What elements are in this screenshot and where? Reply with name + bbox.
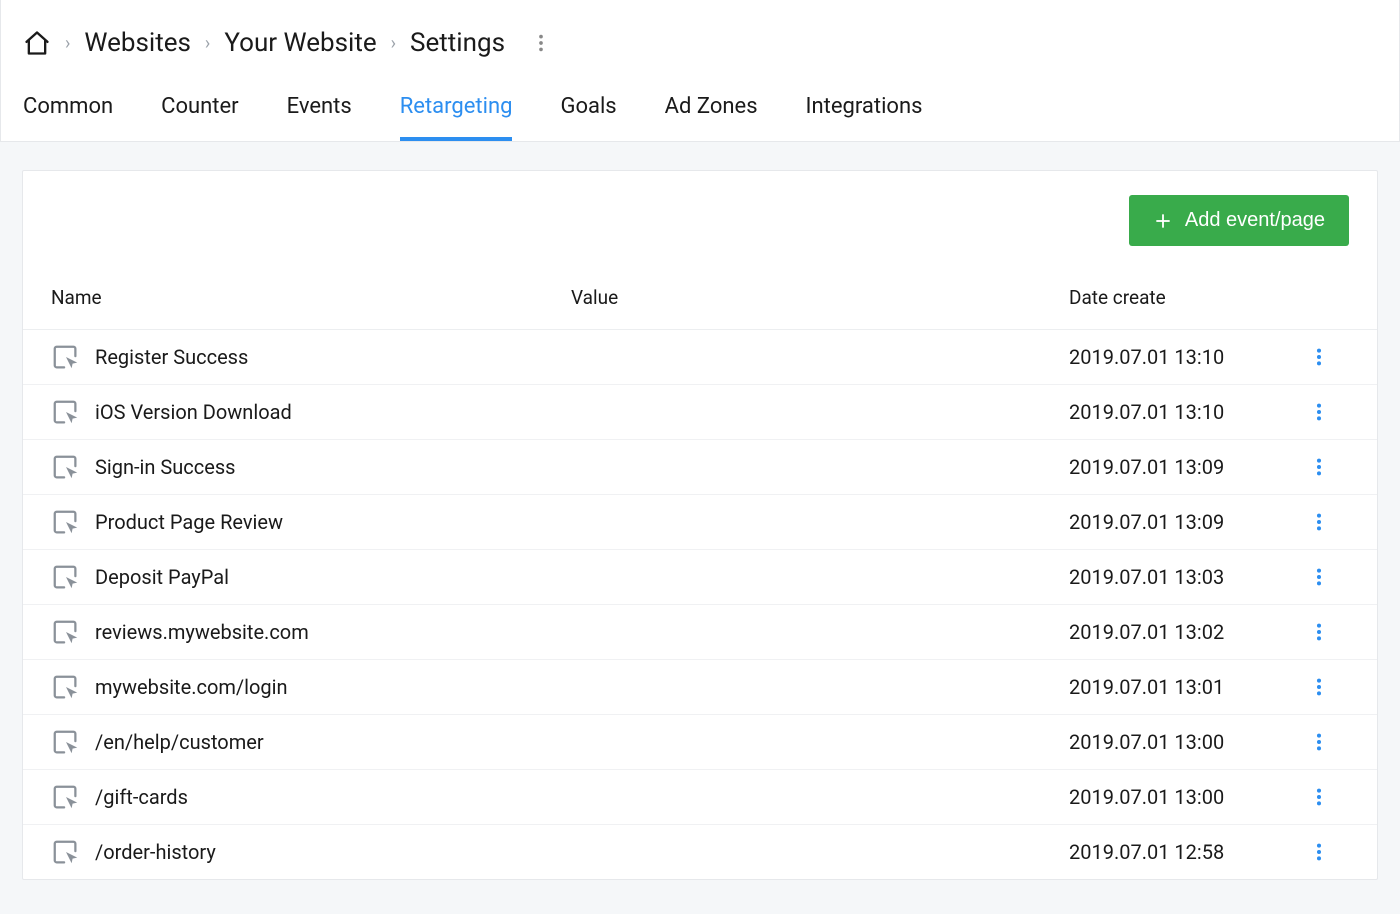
row-name[interactable]: Register Success xyxy=(95,345,248,369)
row-menu-icon[interactable] xyxy=(1289,456,1349,478)
row-name[interactable]: /gift-cards xyxy=(95,785,188,809)
event-page-icon xyxy=(51,617,81,647)
table-row: /en/help/customer 2019.07.01 13:00 xyxy=(23,715,1377,770)
row-date: 2019.07.01 13:01 xyxy=(1069,675,1289,699)
breadcrumb: › Websites › Your Website › Settings xyxy=(1,0,1399,76)
add-event-page-button[interactable]: Add event/page xyxy=(1129,195,1349,246)
event-page-icon xyxy=(51,342,81,372)
panel-toolbar: Add event/page xyxy=(23,171,1377,258)
row-name[interactable]: Deposit PayPal xyxy=(95,565,229,589)
chevron-right-icon: › xyxy=(65,33,70,54)
row-menu-icon[interactable] xyxy=(1289,346,1349,368)
row-name[interactable]: /order-history xyxy=(95,840,216,864)
name-cell: /gift-cards xyxy=(51,782,571,812)
retargeting-panel: Add event/page Name Value Date create Re… xyxy=(22,170,1378,880)
table-row: mywebsite.com/login 2019.07.01 13:01 xyxy=(23,660,1377,715)
row-menu-icon[interactable] xyxy=(1289,841,1349,863)
more-menu-icon[interactable] xyxy=(527,29,555,57)
row-menu-icon[interactable] xyxy=(1289,621,1349,643)
table-row: Deposit PayPal 2019.07.01 13:03 xyxy=(23,550,1377,605)
row-date: 2019.07.01 13:10 xyxy=(1069,345,1289,369)
row-menu-icon[interactable] xyxy=(1289,401,1349,423)
name-cell: Sign-in Success xyxy=(51,452,571,482)
table-row: reviews.mywebsite.com 2019.07.01 13:02 xyxy=(23,605,1377,660)
row-date: 2019.07.01 13:02 xyxy=(1069,620,1289,644)
home-icon[interactable] xyxy=(23,29,51,57)
row-name[interactable]: iOS Version Download xyxy=(95,400,292,424)
col-date: Date create xyxy=(1069,286,1289,309)
tab-goals[interactable]: Goals xyxy=(560,76,616,141)
name-cell: reviews.mywebsite.com xyxy=(51,617,571,647)
table-row: Product Page Review 2019.07.01 13:09 xyxy=(23,495,1377,550)
table-row: /order-history 2019.07.01 12:58 xyxy=(23,825,1377,879)
event-page-icon xyxy=(51,562,81,592)
col-name: Name xyxy=(51,286,571,309)
row-name[interactable]: /en/help/customer xyxy=(95,730,264,754)
name-cell: Deposit PayPal xyxy=(51,562,571,592)
breadcrumb-item-websites[interactable]: Websites xyxy=(84,28,191,58)
event-page-icon xyxy=(51,397,81,427)
tab-counter[interactable]: Counter xyxy=(161,76,238,141)
table-row: /gift-cards 2019.07.01 13:00 xyxy=(23,770,1377,825)
table-row: iOS Version Download 2019.07.01 13:10 xyxy=(23,385,1377,440)
tab-common[interactable]: Common xyxy=(23,76,113,141)
event-page-icon xyxy=(51,507,81,537)
row-menu-icon[interactable] xyxy=(1289,786,1349,808)
tab-ad-zones[interactable]: Ad Zones xyxy=(665,76,758,141)
event-page-icon xyxy=(51,452,81,482)
name-cell: /order-history xyxy=(51,837,571,867)
chevron-right-icon: › xyxy=(391,33,396,54)
row-date: 2019.07.01 12:58 xyxy=(1069,840,1289,864)
tabs: Common Counter Events Retargeting Goals Ad Zo… xyxy=(1,76,1399,141)
table-row: Sign-in Success 2019.07.01 13:09 xyxy=(23,440,1377,495)
name-cell: Register Success xyxy=(51,342,571,372)
event-page-icon xyxy=(51,837,81,867)
row-date: 2019.07.01 13:03 xyxy=(1069,565,1289,589)
col-value: Value xyxy=(571,286,1069,309)
breadcrumb-item-your-website[interactable]: Your Website xyxy=(224,28,376,58)
plus-icon xyxy=(1153,211,1173,231)
name-cell: iOS Version Download xyxy=(51,397,571,427)
chevron-right-icon: › xyxy=(205,33,210,54)
row-menu-icon[interactable] xyxy=(1289,731,1349,753)
name-cell: Product Page Review xyxy=(51,507,571,537)
row-date: 2019.07.01 13:09 xyxy=(1069,510,1289,534)
tab-integrations[interactable]: Integrations xyxy=(806,76,923,141)
page-header: › Websites › Your Website › Settings Com… xyxy=(0,0,1400,142)
event-page-icon xyxy=(51,727,81,757)
add-button-label: Add event/page xyxy=(1185,209,1325,232)
content: Add event/page Name Value Date create Re… xyxy=(0,142,1400,908)
row-name[interactable]: mywebsite.com/login xyxy=(95,675,288,699)
event-page-icon xyxy=(51,782,81,812)
name-cell: /en/help/customer xyxy=(51,727,571,757)
row-menu-icon[interactable] xyxy=(1289,566,1349,588)
row-date: 2019.07.01 13:00 xyxy=(1069,730,1289,754)
tab-events[interactable]: Events xyxy=(287,76,352,141)
tab-retargeting[interactable]: Retargeting xyxy=(400,76,513,141)
row-menu-icon[interactable] xyxy=(1289,676,1349,698)
row-name[interactable]: Sign-in Success xyxy=(95,455,236,479)
row-menu-icon[interactable] xyxy=(1289,511,1349,533)
row-date: 2019.07.01 13:10 xyxy=(1069,400,1289,424)
table-row: Register Success 2019.07.01 13:10 xyxy=(23,330,1377,385)
row-name[interactable]: Product Page Review xyxy=(95,510,283,534)
row-date: 2019.07.01 13:00 xyxy=(1069,785,1289,809)
table-body: Register Success 2019.07.01 13:10 iOS Ver… xyxy=(23,330,1377,879)
row-date: 2019.07.01 13:09 xyxy=(1069,455,1289,479)
name-cell: mywebsite.com/login xyxy=(51,672,571,702)
breadcrumb-item-settings[interactable]: Settings xyxy=(410,28,505,58)
table-header: Name Value Date create xyxy=(23,258,1377,330)
event-page-icon xyxy=(51,672,81,702)
row-name[interactable]: reviews.mywebsite.com xyxy=(95,620,309,644)
